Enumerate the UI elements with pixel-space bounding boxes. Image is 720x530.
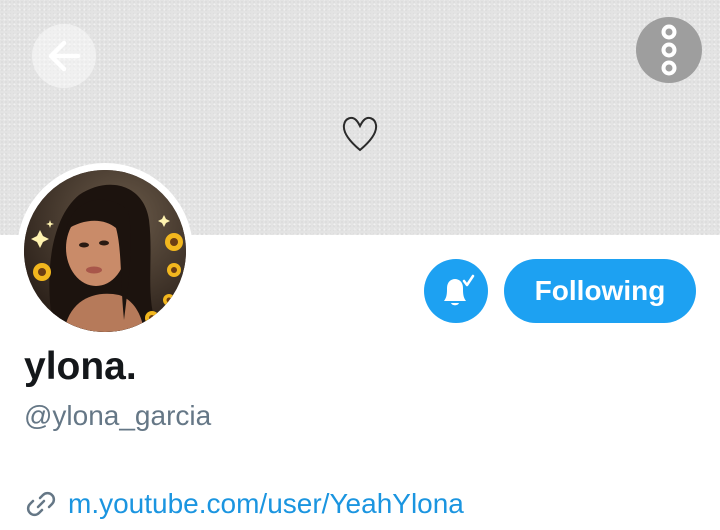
following-button[interactable]: Following bbox=[504, 259, 696, 323]
heart-outline-icon bbox=[342, 116, 378, 152]
website-link[interactable]: m.youtube.com/user/YeahYlona bbox=[68, 486, 464, 522]
link-icon bbox=[26, 491, 56, 517]
notifications-button[interactable] bbox=[424, 259, 488, 323]
bell-check-icon bbox=[444, 274, 475, 306]
arrow-left-icon bbox=[48, 40, 81, 72]
website-row: m.youtube.com/user/YeahYlona bbox=[26, 484, 464, 524]
avatar-photo bbox=[24, 170, 186, 332]
vertical-dots-icon bbox=[661, 24, 677, 76]
more-options-button[interactable] bbox=[636, 17, 702, 83]
display-name: ylona. bbox=[24, 345, 137, 388]
user-handle: @ylona_garcia bbox=[24, 400, 212, 431]
back-button[interactable] bbox=[32, 24, 96, 88]
avatar[interactable] bbox=[17, 163, 193, 339]
